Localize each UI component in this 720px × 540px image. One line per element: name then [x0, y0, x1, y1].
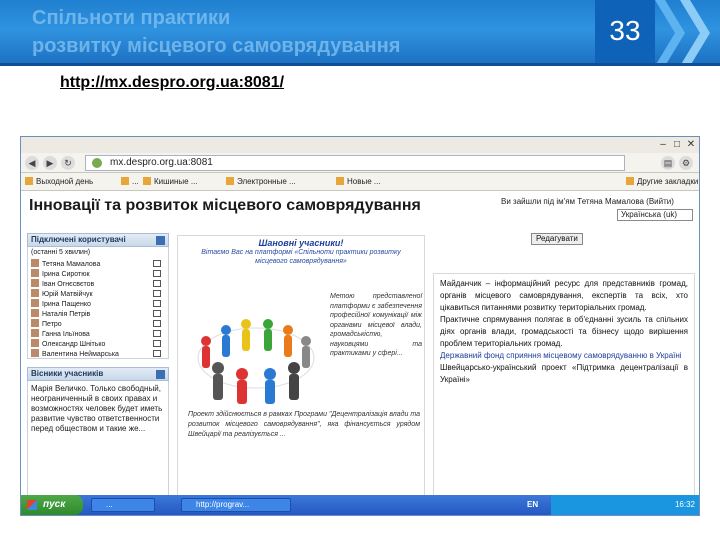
info-block: Майданчик – інформаційний ресурс для пре…: [433, 273, 695, 497]
forward-icon[interactable]: ▶: [43, 156, 57, 170]
language-indicator[interactable]: EN: [527, 495, 538, 515]
avatar: [31, 259, 39, 267]
avatar: [31, 319, 39, 327]
user-row[interactable]: Юрій Матвійчук: [31, 289, 165, 299]
message-icon[interactable]: [153, 260, 161, 267]
avatar: [31, 299, 39, 307]
edit-button[interactable]: Редагувати: [531, 233, 583, 245]
bookmark-icon: [25, 177, 33, 185]
fund-link[interactable]: Державний фонд сприяння місцевому самовр…: [440, 350, 688, 362]
web-page: Інновації та розвиток місцевого самовряд…: [21, 191, 699, 501]
browser-titlebar: – □ ✕: [21, 137, 699, 153]
bookmark-item[interactable]: Выходной день: [25, 177, 93, 186]
welcome-subtitle: Вітаємо Вас на платформі «Спільноти прак…: [201, 249, 401, 265]
avatar: [31, 289, 39, 297]
welcome-block: Шановні учасники! Вітаємо Вас на платфор…: [177, 235, 425, 497]
page-menu-icon[interactable]: ▤: [661, 156, 675, 170]
bookmark-item[interactable]: ...: [121, 177, 139, 186]
user-row[interactable]: Ірина Пащенко: [31, 299, 165, 309]
site-title: Інновації та розвиток місцевого самовряд…: [29, 197, 421, 214]
user-row[interactable]: Олександр Шнітько: [31, 339, 165, 349]
minimize-icon[interactable]: –: [657, 139, 669, 151]
message-icon[interactable]: [153, 330, 161, 337]
chevron-decoration-icon: [680, 0, 710, 66]
system-tray: EN 16:32: [527, 495, 699, 515]
message-icon[interactable]: [153, 300, 161, 307]
folder-icon: [626, 177, 634, 185]
message-icon[interactable]: [153, 340, 161, 347]
maximize-icon[interactable]: □: [671, 139, 683, 151]
info-paragraph: Майданчик – інформаційний ресурс для пре…: [440, 279, 688, 312]
left-column: Підключені користувачі (останні 5 хвилин…: [27, 233, 169, 501]
user-row[interactable]: Наталія Петрів: [31, 309, 165, 319]
slide-header: Спільноти практики розвитку місцевого са…: [0, 0, 720, 66]
browser-screenshot: – □ ✕ ◀ ▶ ↻ mx.despro.org.ua:8081 ▤ ⚙ Вы…: [20, 136, 700, 516]
taskbar-item[interactable]: http://prograv...: [181, 498, 291, 512]
avatar: [31, 349, 39, 357]
bookmark-icon: [143, 177, 151, 185]
slide-title: Спільноти практики розвитку місцевого са…: [32, 4, 552, 60]
bookmark-icon: [226, 177, 234, 185]
address-bar[interactable]: mx.despro.org.ua:8081: [85, 155, 625, 171]
info-paragraph: Практичне спрямування полягає в об'єднан…: [440, 315, 688, 348]
start-button[interactable]: пуск: [21, 495, 83, 515]
community-circle-image: [197, 319, 315, 404]
news-heading: Вісники учасників: [27, 367, 169, 381]
bookmark-icon: [336, 177, 344, 185]
avatar: [31, 269, 39, 277]
login-info[interactable]: Ви зайшли під ім'ям Тетяна Мамалова (Вий…: [501, 197, 674, 206]
right-column: Редагувати Майданчик – інформаційний рес…: [433, 233, 695, 497]
bookmark-item[interactable]: Кишиные ...: [143, 177, 198, 186]
message-icon[interactable]: [153, 270, 161, 277]
tools-icon[interactable]: ⚙: [679, 156, 693, 170]
user-row[interactable]: Ганна Ільїнова: [31, 329, 165, 339]
message-icon[interactable]: [153, 320, 161, 327]
welcome-heading: Шановні учасники!: [258, 238, 344, 248]
online-users-list: (останні 5 хвилин) Тетяна Мамалова Ірина…: [27, 247, 169, 359]
user-row[interactable]: Тетяна Мамалова: [31, 259, 165, 269]
bookmarks-bar: Выходной день ... Кишиные ... Электронны…: [21, 173, 699, 191]
close-icon[interactable]: ✕: [685, 139, 697, 151]
windows-logo-icon: [27, 500, 37, 510]
slide-title-line2: розвитку місцевого самоврядування: [32, 35, 401, 57]
avatar: [31, 339, 39, 347]
avatar: [31, 309, 39, 317]
language-select[interactable]: Українська (uk): [617, 209, 693, 221]
collapse-icon[interactable]: [156, 236, 165, 245]
message-icon[interactable]: [153, 280, 161, 287]
user-row[interactable]: Валентина Неймарська: [31, 349, 165, 359]
bookmark-item[interactable]: Электронные ...: [226, 177, 296, 186]
welcome-side-text: Метою представленої платформи є забезпеч…: [330, 293, 422, 357]
slide-title-line1: Спільноти практики: [32, 7, 231, 29]
browser-navbar: ◀ ▶ ↻ mx.despro.org.ua:8081 ▤ ⚙: [21, 153, 699, 173]
user-row[interactable]: Петро: [31, 319, 165, 329]
reload-icon[interactable]: ↻: [61, 156, 75, 170]
welcome-bottom-text: Проект здійснюється в рамках Програми "Д…: [188, 411, 420, 438]
other-bookmarks[interactable]: Другие закладки: [626, 177, 698, 186]
news-text: Марія Величко. Только свободный, неогран…: [27, 381, 169, 501]
message-icon[interactable]: [153, 350, 161, 357]
clock: 16:32: [674, 500, 695, 509]
bookmark-item[interactable]: Новые ...: [336, 177, 381, 186]
collapse-icon[interactable]: [156, 370, 165, 379]
taskbar-item[interactable]: ...: [91, 498, 155, 512]
back-icon[interactable]: ◀: [25, 156, 39, 170]
globe-icon: [92, 158, 102, 168]
online-users-heading: Підключені користувачі: [27, 233, 169, 247]
address-text: mx.despro.org.ua:8081: [110, 157, 213, 168]
avatar: [31, 279, 39, 287]
windows-taskbar: пуск ... http://prograv... EN 16:32: [21, 495, 699, 515]
slide-url-link[interactable]: http://mx.despro.org.ua:8081/: [60, 74, 284, 92]
project-link[interactable]: Швейцарсько-український проект «Підтримк…: [440, 362, 688, 386]
online-users-note: (останні 5 хвилин): [31, 249, 91, 256]
user-row[interactable]: Іван Огнєсвєтов: [31, 279, 165, 289]
user-row[interactable]: Ірина Сиротюк: [31, 269, 165, 279]
slide-number: 33: [595, 0, 655, 66]
avatar: [31, 329, 39, 337]
message-icon[interactable]: [153, 290, 161, 297]
message-icon[interactable]: [153, 310, 161, 317]
bookmark-icon: [121, 177, 129, 185]
